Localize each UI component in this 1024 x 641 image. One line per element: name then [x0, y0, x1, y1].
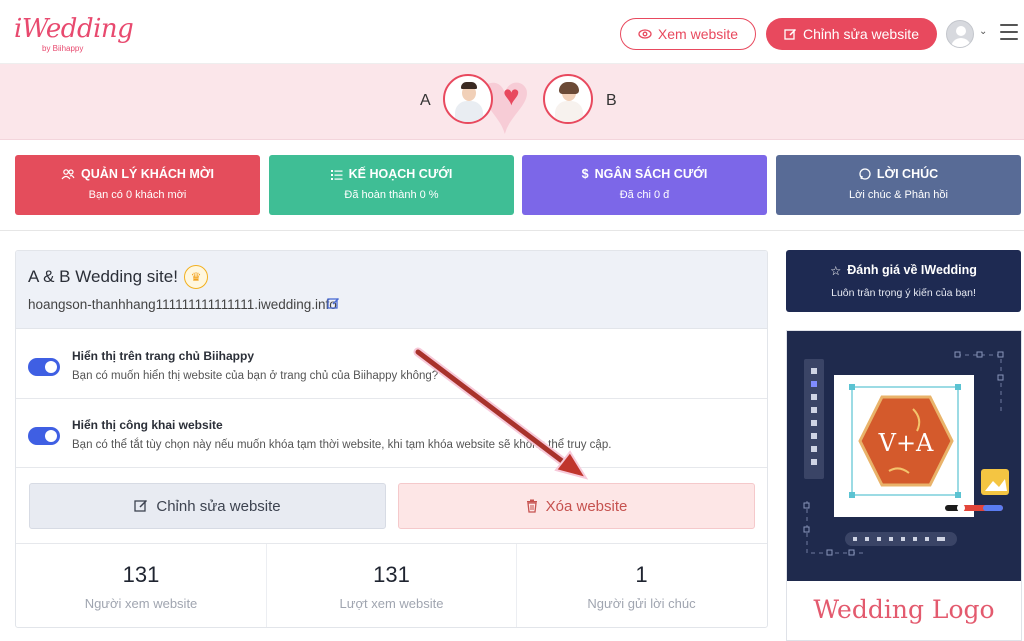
partner-a-name: A [420, 92, 431, 109]
logo-editor-illustration: V+A [787, 331, 1021, 581]
groom-photo [443, 74, 493, 124]
option-show-on-homepage: Hiển thị trên trang chủ Biihappy Bạn có … [16, 331, 767, 399]
logo-subtext: by Biihappy [42, 44, 84, 53]
users-icon [61, 168, 75, 179]
website-stats: 131 Người xem website 131 Lượt xem websi… [16, 543, 767, 627]
wedding-logo-promo[interactable]: V+A Wedding Logo [786, 330, 1022, 641]
public-website-toggle[interactable] [28, 427, 60, 445]
star-icon: ☆ [830, 264, 842, 278]
edit-website-top-button[interactable]: Chỉnh sửa website [766, 18, 937, 50]
edit-icon [134, 499, 148, 512]
wishes-card[interactable]: LỜI CHÚC Lời chúc & Phản hồi [776, 155, 1021, 215]
monogram-text: V+A [878, 429, 934, 457]
crown-icon: ♛ [184, 265, 208, 289]
card-subtitle: Đã chi 0 đ [619, 189, 670, 201]
stat-value: 1 [635, 562, 648, 587]
chevron-down-icon[interactable]: ⌄ [979, 26, 987, 37]
edit-url-icon[interactable] [327, 297, 340, 313]
card-title: NGÂN SÁCH CƯỚI [594, 167, 708, 181]
view-website-label: Xem website [657, 26, 739, 42]
wedding-budget-card[interactable]: $ NGÂN SÁCH CƯỚI Đã chi 0 đ [522, 155, 767, 215]
card-subtitle: Bạn có 0 khách mời [88, 189, 187, 201]
site-url-link[interactable]: hoangson-thanhhang111111111111111.iweddi… [28, 297, 337, 312]
wedding-plan-card[interactable]: KẾ HOẠCH CƯỚI Đã hoàn thành 0 % [269, 155, 514, 215]
stat-label: Người xem website [84, 596, 198, 611]
show-on-homepage-toggle[interactable] [28, 358, 60, 376]
card-subtitle: Đã hoàn thành 0 % [344, 189, 439, 201]
stat-label: Người gửi lời chúc [587, 596, 696, 611]
card-title: QUẢN LÝ KHÁCH MỜI [81, 167, 214, 181]
section-divider [0, 230, 1024, 231]
chat-icon [859, 168, 871, 180]
promo-caption: Wedding Logo [813, 595, 995, 624]
trash-icon [526, 499, 537, 513]
card-title: LỜI CHÚC [876, 167, 939, 181]
website-panel-header: A & B Wedding site! ♛ hoangson-thanhhang… [16, 251, 767, 329]
stat-views: 131 Lượt xem website [266, 544, 516, 627]
stat-value: 131 [373, 562, 410, 587]
iwedding-logo[interactable]: iWedding by Biihappy [14, 14, 134, 53]
review-box[interactable]: ☆ Đánh giá về IWedding Luôn trân trọng ý… [786, 250, 1021, 312]
top-bar: iWedding by Biihappy Xem website Chỉnh s… [0, 0, 1024, 64]
menu-icon[interactable] [1000, 24, 1018, 40]
user-avatar[interactable] [946, 20, 974, 48]
partner-b-name: B [606, 92, 617, 109]
card-subtitle: Lời chúc & Phản hồi [849, 189, 948, 201]
option-description: Bạn có thể tắt tùy chọn này nếu muốn khó… [72, 439, 612, 451]
review-subtitle: Luôn trân trọng ý kiến của bạn! [831, 287, 976, 299]
stat-value: 131 [122, 562, 160, 587]
option-public-website: Hiển thị công khai website Bạn có thể tắ… [16, 400, 767, 468]
option-title: Hiển thị trên trang chủ Biihappy [72, 349, 255, 363]
card-title: KẾ HOẠCH CƯỚI [348, 167, 453, 181]
view-website-button[interactable]: Xem website [620, 18, 756, 50]
logo-text: iWedding [14, 14, 134, 44]
dollar-icon: $ [581, 167, 589, 181]
list-icon [330, 169, 343, 180]
website-panel: A & B Wedding site! ♛ hoangson-thanhhang… [15, 250, 768, 628]
option-description: Bạn có muốn hiển thị website của bạn ở t… [72, 370, 439, 382]
edit-icon [784, 28, 797, 40]
bride-photo [543, 74, 593, 124]
eye-icon [638, 29, 652, 39]
review-title: Đánh giá về IWedding [847, 263, 977, 277]
heart-icon: ♥ [503, 80, 520, 111]
stat-wish-senders: 1 Người gửi lời chúc [516, 544, 766, 627]
option-title: Hiển thị công khai website [72, 418, 223, 432]
guest-management-card[interactable]: QUẢN LÝ KHÁCH MỜI Bạn có 0 khách mời [15, 155, 260, 215]
stat-label: Lượt xem website [339, 596, 444, 611]
edit-website-top-label: Chỉnh sửa website [803, 26, 919, 42]
edit-website-button[interactable]: Chỉnh sửa website [29, 483, 386, 529]
edit-website-label: Chỉnh sửa website [156, 497, 281, 515]
delete-website-button[interactable]: Xóa website [398, 483, 755, 529]
stat-viewers: 131 Người xem website [16, 544, 266, 627]
delete-website-label: Xóa website [545, 497, 628, 515]
site-title: A & B Wedding site! [28, 267, 178, 286]
